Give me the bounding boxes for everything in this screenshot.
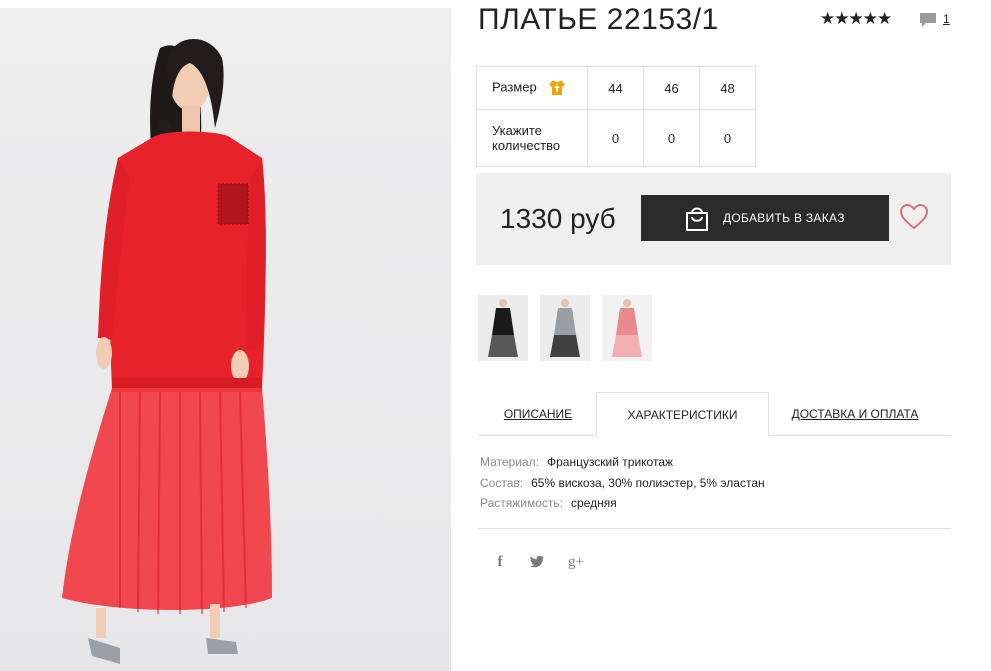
size-chart-icon[interactable] <box>548 79 566 97</box>
size-46: 46 <box>643 66 700 110</box>
spec-composition-key: Состав: <box>480 476 524 490</box>
color-thumbnail-pink[interactable] <box>602 295 652 361</box>
spec-material-key: Материал: <box>480 455 539 469</box>
tab-description[interactable]: ОПИСАНИЕ <box>494 392 582 436</box>
size-48: 48 <box>699 66 756 110</box>
spec-composition-value: 65% вискоза, 30% полиэстер, 5% эластан <box>531 476 765 490</box>
facebook-icon[interactable]: f <box>490 553 510 571</box>
quantity-input-48[interactable]: 0 <box>699 109 756 167</box>
spec-stretch-key: Растяжимость: <box>480 496 564 510</box>
product-main-photo[interactable] <box>0 8 451 671</box>
comments-count-link[interactable]: 1 <box>943 12 950 26</box>
google-plus-icon[interactable]: g+ <box>565 553 587 571</box>
add-to-order-label: ДОБАВИТЬ В ЗАКАЗ <box>723 211 845 225</box>
rating-stars[interactable]: ★★★★★ <box>820 9 892 29</box>
tab-characteristics[interactable]: ХАРАКТЕРИСТИКИ <box>596 392 769 436</box>
spec-stretch: Растяжимость: средняя <box>480 496 617 510</box>
quantity-label: Укажите количество <box>476 109 588 167</box>
quantity-input-44[interactable]: 0 <box>587 109 644 167</box>
color-thumbnail-grey[interactable] <box>540 295 590 361</box>
comment-icon[interactable] <box>919 12 937 28</box>
price: 1330 руб <box>500 203 616 234</box>
thumbnail-pink-image <box>602 295 652 361</box>
thumbnail-grey-image <box>540 295 590 361</box>
quantity-input-46[interactable]: 0 <box>643 109 700 167</box>
thumbnail-black-image <box>478 295 528 361</box>
twitter-icon[interactable] <box>527 553 547 571</box>
tab-delivery-payment[interactable]: ДОСТАВКА И ОПЛАТА <box>782 392 928 436</box>
size-quantity-table: Размер 44 46 48 Укажите количество 0 0 0 <box>476 66 756 167</box>
dress-model-illustration <box>62 38 272 664</box>
shopping-bag-icon <box>686 207 708 231</box>
heart-icon[interactable] <box>900 204 928 230</box>
specs-divider <box>478 528 951 529</box>
twitter-bird-glyph <box>530 555 544 568</box>
order-panel: 1330 руб ДОБАВИТЬ В ЗАКАЗ <box>476 173 951 265</box>
spec-composition: Состав: 65% вискоза, 30% полиэстер, 5% эл… <box>480 476 765 490</box>
size-label-cell: Размер <box>476 66 588 110</box>
color-thumbnail-black[interactable] <box>478 295 528 361</box>
spec-material: Материал: Французский трикотаж <box>480 455 673 469</box>
size-label: Размер <box>492 79 537 95</box>
spec-stretch-value: средняя <box>571 496 617 510</box>
spec-material-value: Французский трикотаж <box>546 455 674 469</box>
add-to-order-button[interactable]: ДОБАВИТЬ В ЗАКАЗ <box>641 195 889 241</box>
size-44: 44 <box>587 66 644 110</box>
product-title: ПЛАТЬЕ 22153/1 <box>478 3 719 36</box>
